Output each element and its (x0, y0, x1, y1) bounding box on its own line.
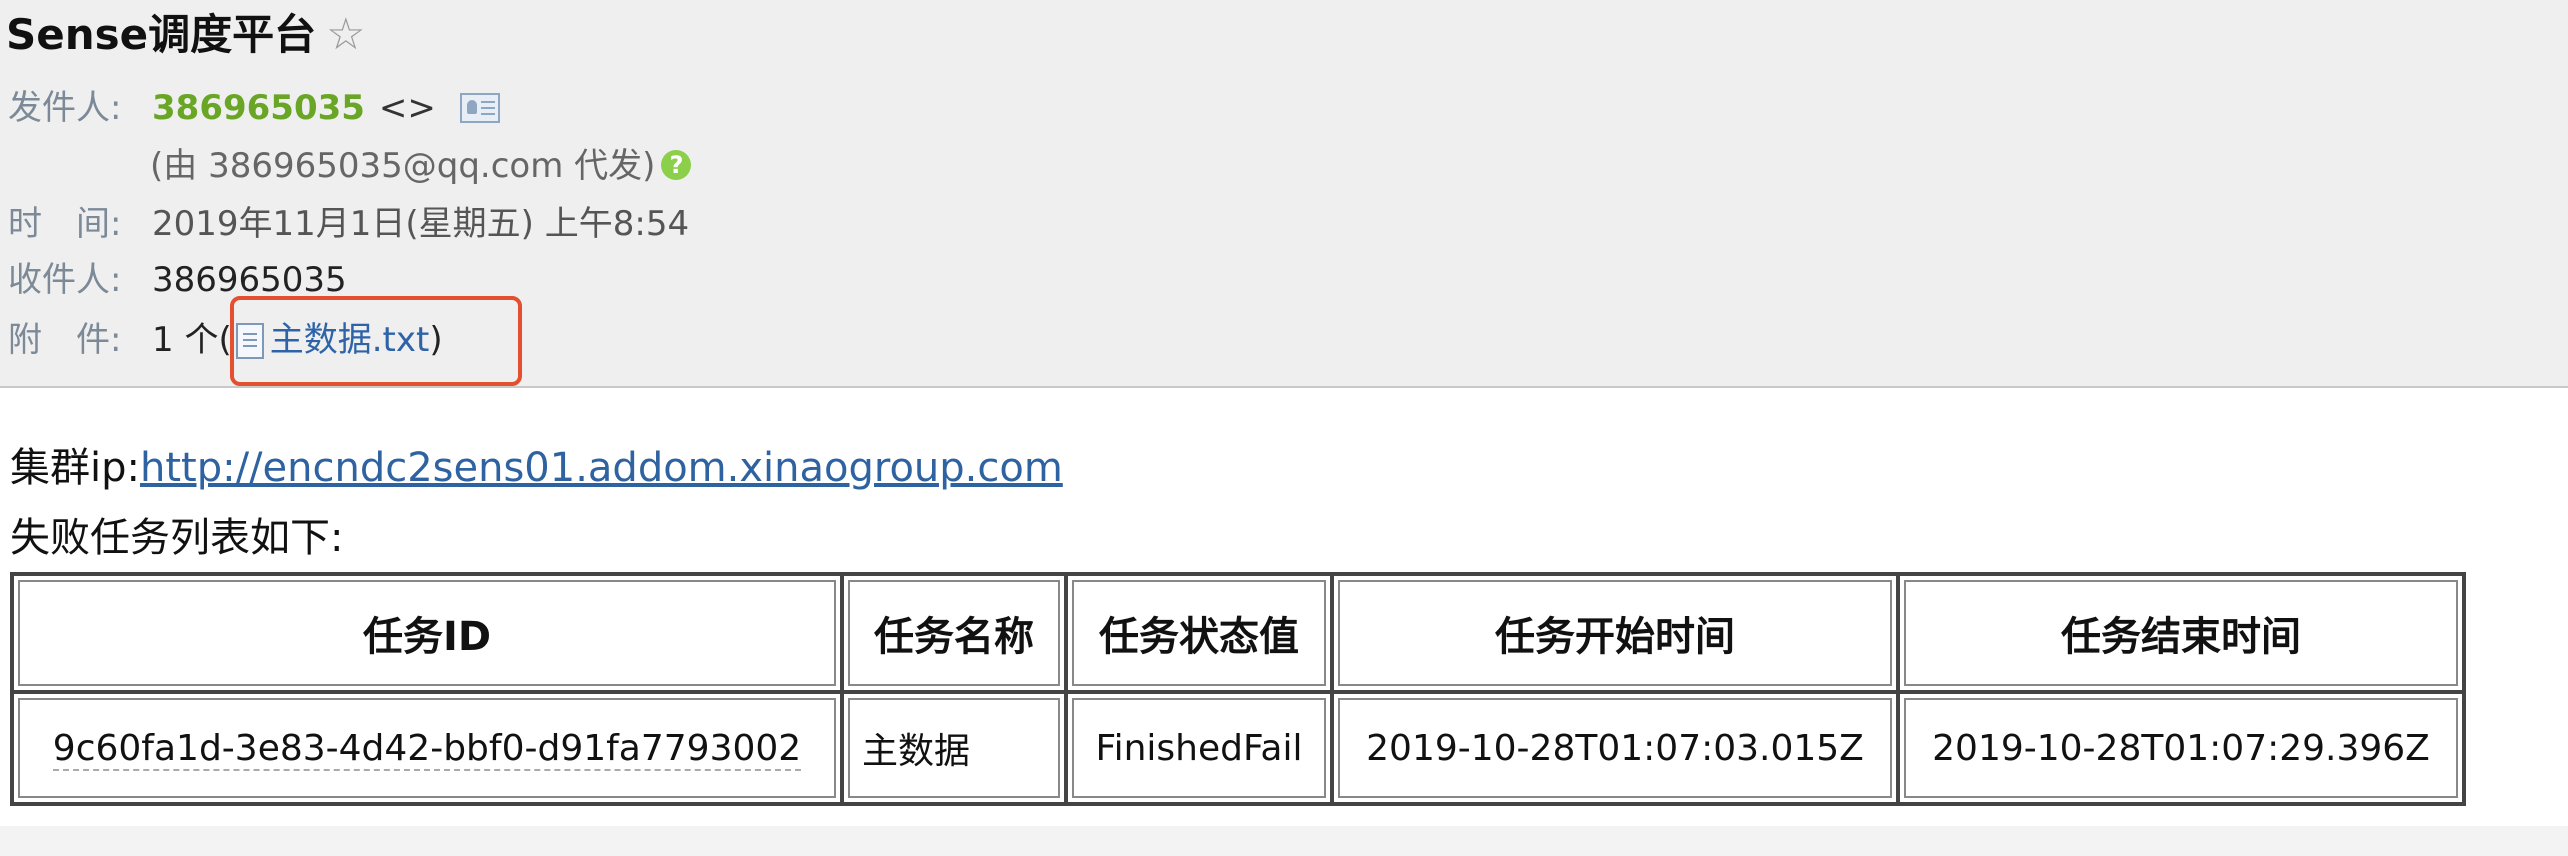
header-task-name: 任务名称 (840, 572, 1068, 694)
bottom-band (0, 826, 2568, 856)
help-icon[interactable]: ? (661, 150, 692, 180)
proxy-note: (由 386965035@qq.com 代发) (150, 146, 656, 186)
email-header: Sense调度平台 ☆ 发件人: 386965035 <> (由 386965035@… (0, 0, 2568, 388)
table-row: 9c60fa1d-3e83-4d42-bbf0-d91fa7793002 主数据… (10, 690, 2466, 806)
attachment-label: 附 件: (8, 320, 122, 360)
email-subject: Sense调度平台 ☆ (6, 6, 366, 64)
attachment-highlight-box (230, 296, 522, 386)
contact-card-icon[interactable] (459, 93, 500, 123)
list-intro: 失败任务列表如下: (10, 515, 344, 561)
sender-label: 发件人: (8, 88, 122, 128)
cell-task-status: FinishedFail (1064, 690, 1334, 806)
time-label: 时 间: (8, 204, 122, 244)
header-task-id: 任务ID (10, 572, 844, 694)
cell-task-end: 2019-10-28T01:07:29.396Z (1896, 690, 2466, 806)
recipient-value[interactable]: 386965035 (152, 260, 347, 300)
cell-task-id: 9c60fa1d-3e83-4d42-bbf0-d91fa7793002 (10, 690, 844, 806)
header-task-status: 任务状态值 (1064, 572, 1334, 694)
time-row: 时 间: 2019年11月1日(星期五) 上午8:54 (8, 200, 689, 248)
cluster-line: 集群ip:http://encndc2sens01.addom.xinaogro… (10, 440, 1063, 496)
cell-task-start: 2019-10-28T01:07:03.015Z (1330, 690, 1900, 806)
sender-address: <> (378, 88, 436, 128)
table-header-row: 任务ID 任务名称 任务状态值 任务开始时间 任务结束时间 (10, 572, 2466, 694)
star-icon[interactable]: ☆ (326, 9, 365, 60)
sender-row: 发件人: 386965035 <> (8, 84, 500, 132)
recipient-label: 收件人: (8, 260, 122, 300)
attachment-count: 1 个 (152, 320, 219, 360)
header-task-end: 任务结束时间 (1896, 572, 2466, 694)
subject-text: Sense调度平台 (6, 10, 317, 59)
cluster-label: 集群ip: (10, 445, 140, 491)
time-value: 2019年11月1日(星期五) 上午8:54 (152, 204, 690, 244)
failed-task-table: 任务ID 任务名称 任务状态值 任务开始时间 任务结束时间 9c60fa1d-3… (10, 572, 2466, 806)
sender-name[interactable]: 386965035 (152, 88, 365, 128)
header-task-start: 任务开始时间 (1330, 572, 1900, 694)
task-id-text[interactable]: 9c60fa1d-3e83-4d42-bbf0-d91fa7793002 (52, 727, 802, 771)
cell-task-name: 主数据 (840, 690, 1068, 806)
proxy-row: (由 386965035@qq.com 代发)? (150, 142, 692, 190)
cluster-url-link[interactable]: http://encndc2sens01.addom.xinaogroup.co… (140, 445, 1063, 491)
